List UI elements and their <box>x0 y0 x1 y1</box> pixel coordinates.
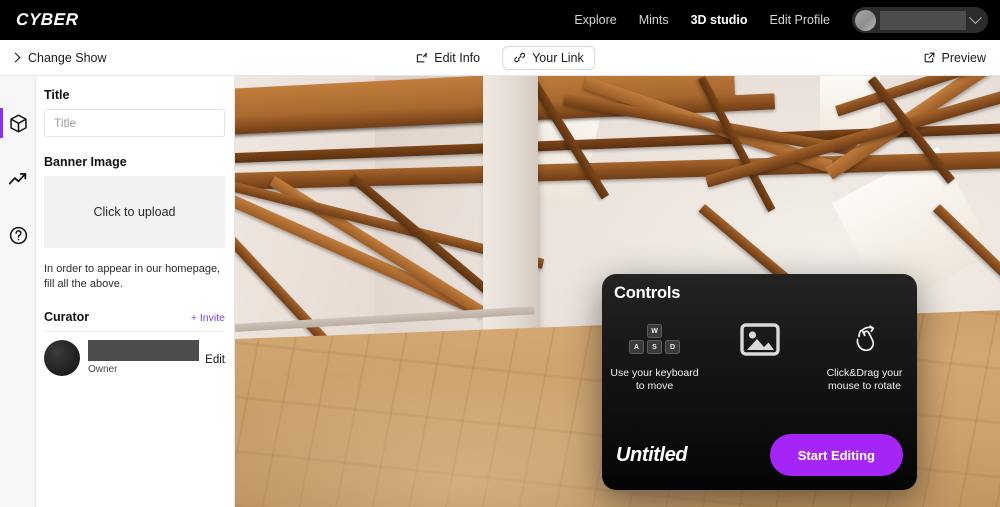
curator-role: Owner <box>88 363 118 375</box>
cube-icon <box>9 114 27 132</box>
your-link-button[interactable]: Your Link <box>502 45 595 70</box>
brand-logo[interactable]: CYBER <box>16 10 79 30</box>
app-root: CYBER Explore Mints 3D studio Edit Profi… <box>0 0 1000 507</box>
controls-list: W A S D Use your keyboard to move Click&… <box>602 318 917 393</box>
curator-label: Curator <box>44 309 90 324</box>
curator-section-header: Curator + Invite <box>44 310 225 324</box>
invite-link[interactable]: + Invite <box>191 312 225 324</box>
rail-item-analytics[interactable] <box>0 156 36 202</box>
show-name: Untitled <box>616 443 688 466</box>
link-icon <box>514 52 526 63</box>
image-icon <box>739 318 780 360</box>
nav-item-explore[interactable]: Explore <box>574 13 616 27</box>
help-circle-icon <box>9 226 27 244</box>
user-name-redacted <box>880 10 966 30</box>
controls-modal: Controls W A S D Use your keyboard to mo… <box>602 274 917 490</box>
user-account-menu[interactable] <box>852 7 988 33</box>
avatar <box>855 9 876 31</box>
homepage-helper-text: In order to appear in our homepage, fill… <box>44 263 221 290</box>
title-input[interactable] <box>44 109 225 137</box>
show-settings-panel: Title Banner Image Click to upload In or… <box>36 76 235 507</box>
controls-modal-title: Controls <box>614 284 681 302</box>
control-image <box>707 318 812 367</box>
edit-info-label: Edit Info <box>434 50 481 65</box>
curator-divider <box>44 330 225 332</box>
external-link-icon <box>924 52 934 63</box>
curator-row: Owner Edit <box>44 339 225 376</box>
nav-item-edit-profile[interactable]: Edit Profile <box>770 13 830 27</box>
pencil-square-icon <box>416 52 428 63</box>
preview-button[interactable]: Preview <box>923 51 986 65</box>
top-navigation-bar: CYBER Explore Mints 3D studio Edit Profi… <box>0 0 1000 40</box>
key-w: W <box>647 324 662 338</box>
nav-item-mints[interactable]: Mints <box>639 13 669 27</box>
control-mouse-label: Click&Drag your mouse to rotate <box>826 367 903 393</box>
wasd-keys-icon: W A S D <box>629 318 680 360</box>
change-show-button[interactable]: Change Show <box>10 50 107 65</box>
banner-upload-dropzone[interactable]: Click to upload <box>44 176 225 248</box>
sub-toolbar: Change Show Edit Info Your Link Preview <box>0 40 1000 76</box>
curator-name-redacted <box>88 339 200 361</box>
control-keyboard: W A S D Use your keyboard to move <box>602 318 707 393</box>
control-mouse: Click&Drag your mouse to rotate <box>812 318 917 393</box>
title-field-label: Title <box>44 88 70 102</box>
preview-label: Preview <box>941 50 986 65</box>
curator-identity: Owner <box>88 339 200 375</box>
control-keyboard-label: Use your keyboard to move <box>610 367 699 393</box>
3d-scene-viewport[interactable]: Controls W A S D Use your keyboard to mo… <box>235 76 1000 507</box>
controls-modal-footer: Untitled Start Editing <box>602 434 917 476</box>
chevron-down-icon <box>969 10 982 24</box>
start-editing-button[interactable]: Start Editing <box>769 434 903 476</box>
banner-upload-text: Click to upload <box>93 205 176 219</box>
key-a: A <box>629 340 644 354</box>
nav-item-3d-studio[interactable]: 3D studio <box>691 13 748 27</box>
main-nav: Explore Mints 3D studio Edit Profile <box>574 0 1000 40</box>
your-link-label: Your Link <box>532 50 584 65</box>
banner-image-label: Banner Image <box>44 155 127 169</box>
center-actions: Edit Info Your Link <box>405 45 595 70</box>
avatar <box>44 339 80 376</box>
curator-edit-button[interactable]: Edit <box>205 354 225 366</box>
change-show-label: Change Show <box>28 50 107 65</box>
rotate-hand-icon <box>848 318 882 360</box>
left-icon-rail <box>0 76 36 507</box>
edit-info-button[interactable]: Edit Info <box>405 47 490 69</box>
key-s: S <box>647 340 662 354</box>
chevron-right-icon <box>10 52 21 63</box>
key-d: D <box>665 340 680 354</box>
rail-item-help[interactable] <box>0 212 36 258</box>
rail-item-3d-studio[interactable] <box>0 100 36 146</box>
trending-up-icon <box>8 173 27 185</box>
